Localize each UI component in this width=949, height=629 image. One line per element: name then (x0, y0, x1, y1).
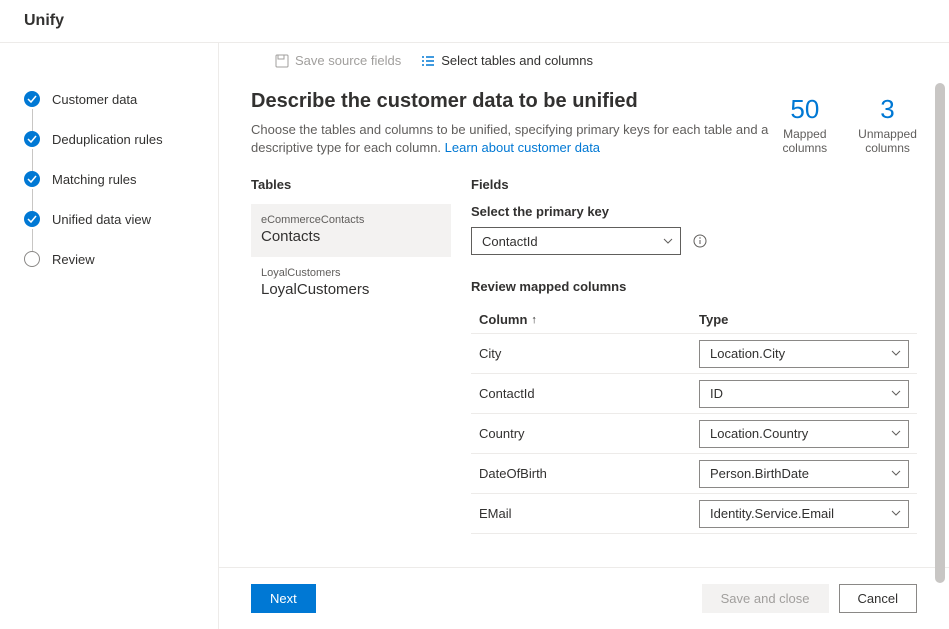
circle-icon (24, 251, 40, 267)
table-list: eCommerceContacts Contacts LoyalCustomer… (251, 204, 451, 310)
page-description: Choose the tables and columns to be unif… (251, 121, 780, 157)
stat-mapped: 50 Mapped columns (780, 94, 830, 155)
step-label: Matching rules (52, 172, 137, 187)
select-value: Identity.Service.Email (710, 506, 834, 521)
type-select[interactable]: Location.Country (699, 420, 909, 448)
page-title: Unify (0, 0, 949, 43)
fields-heading: Fields (471, 177, 917, 192)
column-name: ContactId (479, 386, 699, 401)
step-label: Customer data (52, 92, 137, 107)
table-row: ContactId ID (471, 374, 917, 414)
column-name: Country (479, 426, 699, 441)
table-source: LoyalCustomers (261, 267, 439, 279)
cancel-button[interactable]: Cancel (839, 584, 917, 613)
scrollbar[interactable] (935, 43, 945, 569)
step-list: Customer data Deduplication rules Matchi… (0, 79, 218, 279)
stat-value: 50 (790, 94, 819, 125)
chevron-down-icon (891, 346, 901, 361)
review-mapped-heading: Review mapped columns (471, 279, 917, 294)
chevron-down-icon (891, 506, 901, 521)
table-item-loyalcustomers[interactable]: LoyalCustomers LoyalCustomers (251, 257, 451, 310)
chevron-down-icon (663, 234, 673, 249)
info-icon[interactable] (693, 234, 707, 248)
footer: Next Save and close Cancel (219, 567, 949, 629)
learn-more-link[interactable]: Learn about customer data (445, 140, 600, 155)
stat-label: Mapped columns (780, 127, 830, 155)
type-select[interactable]: Person.BirthDate (699, 460, 909, 488)
toolbar-label: Save source fields (295, 53, 401, 68)
select-value: Location.City (710, 346, 785, 361)
stat-unmapped: 3 Unmapped columns (858, 94, 917, 155)
col-header-type[interactable]: Type (699, 312, 909, 327)
type-select[interactable]: Location.City (699, 340, 909, 368)
step-review[interactable]: Review (0, 239, 218, 279)
step-unified-data-view[interactable]: Unified data view (0, 199, 218, 239)
column-name: EMail (479, 506, 699, 521)
select-value: Location.Country (710, 426, 808, 441)
primary-key-label: Select the primary key (471, 204, 917, 219)
grid-body: City Location.City (471, 333, 917, 534)
step-matching-rules[interactable]: Matching rules (0, 159, 218, 199)
step-deduplication-rules[interactable]: Deduplication rules (0, 119, 218, 159)
table-row: City Location.City (471, 334, 917, 374)
table-row: DateOfBirth Person.BirthDate (471, 454, 917, 494)
step-label: Deduplication rules (52, 132, 163, 147)
stat-label: Unmapped columns (858, 127, 917, 155)
checkmark-icon (24, 171, 40, 187)
step-customer-data[interactable]: Customer data (0, 79, 218, 119)
checkmark-icon (24, 91, 40, 107)
stat-value: 3 (880, 94, 894, 125)
chevron-down-icon (891, 466, 901, 481)
next-button[interactable]: Next (251, 584, 316, 613)
checkmark-icon (24, 131, 40, 147)
type-select[interactable]: Identity.Service.Email (699, 500, 909, 528)
save-source-fields-button: Save source fields (275, 53, 401, 68)
table-row: Country Location.Country (471, 414, 917, 454)
col-header-label: Column (479, 312, 527, 327)
toolbar-label: Select tables and columns (441, 53, 593, 68)
primary-key-select[interactable]: ContactId (471, 227, 681, 255)
grid-header: Column ↑ Type (471, 306, 917, 333)
chevron-down-icon (891, 426, 901, 441)
select-tables-button[interactable]: Select tables and columns (421, 53, 593, 68)
tables-heading: Tables (251, 177, 451, 192)
table-item-contacts[interactable]: eCommerceContacts Contacts (251, 204, 451, 257)
save-icon (275, 54, 289, 68)
step-label: Unified data view (52, 212, 151, 227)
wizard-sidebar: Customer data Deduplication rules Matchi… (0, 43, 219, 629)
select-value: Person.BirthDate (710, 466, 809, 481)
sort-ascending-icon: ↑ (531, 314, 537, 326)
save-close-button: Save and close (702, 584, 829, 613)
table-source: eCommerceContacts (261, 214, 439, 226)
list-icon (421, 54, 435, 68)
type-select[interactable]: ID (699, 380, 909, 408)
select-value: ContactId (482, 234, 538, 249)
step-label: Review (52, 252, 95, 267)
checkmark-icon (24, 211, 40, 227)
chevron-down-icon (891, 386, 901, 401)
select-value: ID (710, 386, 723, 401)
toolbar: Save source fields Select tables and col… (219, 43, 949, 78)
scrollbar-thumb[interactable] (935, 83, 945, 583)
table-name: LoyalCustomers (261, 281, 439, 298)
table-name: Contacts (261, 228, 439, 245)
page-heading: Describe the customer data to be unified (251, 90, 780, 113)
table-row: EMail Identity.Service.Email (471, 494, 917, 534)
column-name: DateOfBirth (479, 466, 699, 481)
column-name: City (479, 346, 699, 361)
col-header-column[interactable]: Column ↑ (479, 312, 699, 327)
